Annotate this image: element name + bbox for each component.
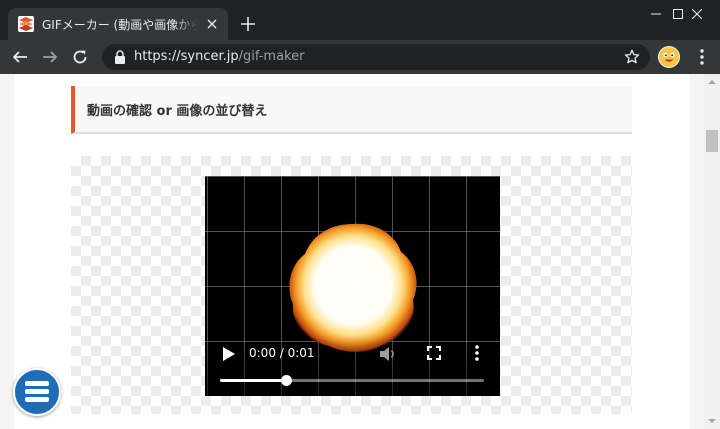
video-player[interactable]: 0:00 / 0:01 [205, 176, 500, 396]
video-progress-fill [220, 379, 286, 382]
page-scrollbar[interactable] [704, 74, 720, 429]
avatar[interactable] [658, 46, 680, 68]
syncer-favicon-icon [18, 16, 34, 32]
url-path: /gif-maker [238, 49, 305, 64]
back-button[interactable] [8, 45, 32, 69]
volume-muted-icon[interactable] [379, 346, 397, 362]
close-icon[interactable] [204, 16, 220, 32]
close-window-icon [692, 9, 702, 19]
video-progress-thumb[interactable] [281, 375, 292, 386]
reload-button[interactable] [68, 45, 92, 69]
section-heading-text: 動画の確認 or 画像の並び替え [87, 104, 268, 119]
star-icon[interactable] [624, 49, 640, 65]
lock-icon [115, 50, 125, 64]
browser-toolbar: https://syncer.jp/gif-maker [0, 40, 720, 74]
section-heading: 動画の確認 or 画像の並び替え [71, 86, 632, 134]
arrow-right-icon [43, 51, 58, 63]
fireball-frame [289, 223, 417, 352]
kebab-icon [700, 49, 704, 65]
new-tab-button[interactable] [238, 14, 258, 34]
fullscreen-icon[interactable] [427, 346, 441, 360]
scroll-down-icon[interactable] [704, 413, 720, 429]
arrow-left-icon [12, 51, 27, 63]
plus-icon [241, 17, 255, 31]
play-icon[interactable] [221, 346, 237, 362]
browser-tab[interactable]: GIFメーカー (動画や画像からアニメーションGIF作成) [8, 8, 228, 40]
close-window-button[interactable] [674, 0, 720, 28]
url-text: https://syncer.jp/gif-maker [134, 49, 304, 64]
page-viewport: 動画の確認 or 画像の並び替え 0:00 / 0:01 [0, 74, 704, 429]
tab-title: GIFメーカー (動画や画像からアニメーションGIF作成) [42, 17, 198, 32]
video-controls: 0:00 / 0:01 [205, 336, 500, 396]
url-host: https://syncer.jp [134, 49, 239, 64]
emoji-avatar-icon [659, 47, 679, 67]
browser-title-bar: GIFメーカー (動画や画像からアニメーションGIF作成) [0, 0, 720, 40]
scrollbar-thumb[interactable] [706, 130, 718, 152]
address-bar[interactable]: https://syncer.jp/gif-maker [102, 44, 650, 70]
time-display: 0:00 / 0:01 [249, 346, 315, 360]
browser-menu-button[interactable] [692, 47, 712, 67]
scroll-up-icon[interactable] [704, 74, 720, 90]
page-content: 動画の確認 or 画像の並び替え 0:00 / 0:01 [14, 74, 690, 429]
forward-button[interactable] [38, 45, 62, 69]
reload-icon [73, 50, 87, 64]
site-menu-button[interactable] [13, 368, 61, 416]
video-progress-bar[interactable] [220, 375, 484, 386]
more-vert-icon[interactable] [473, 344, 481, 362]
